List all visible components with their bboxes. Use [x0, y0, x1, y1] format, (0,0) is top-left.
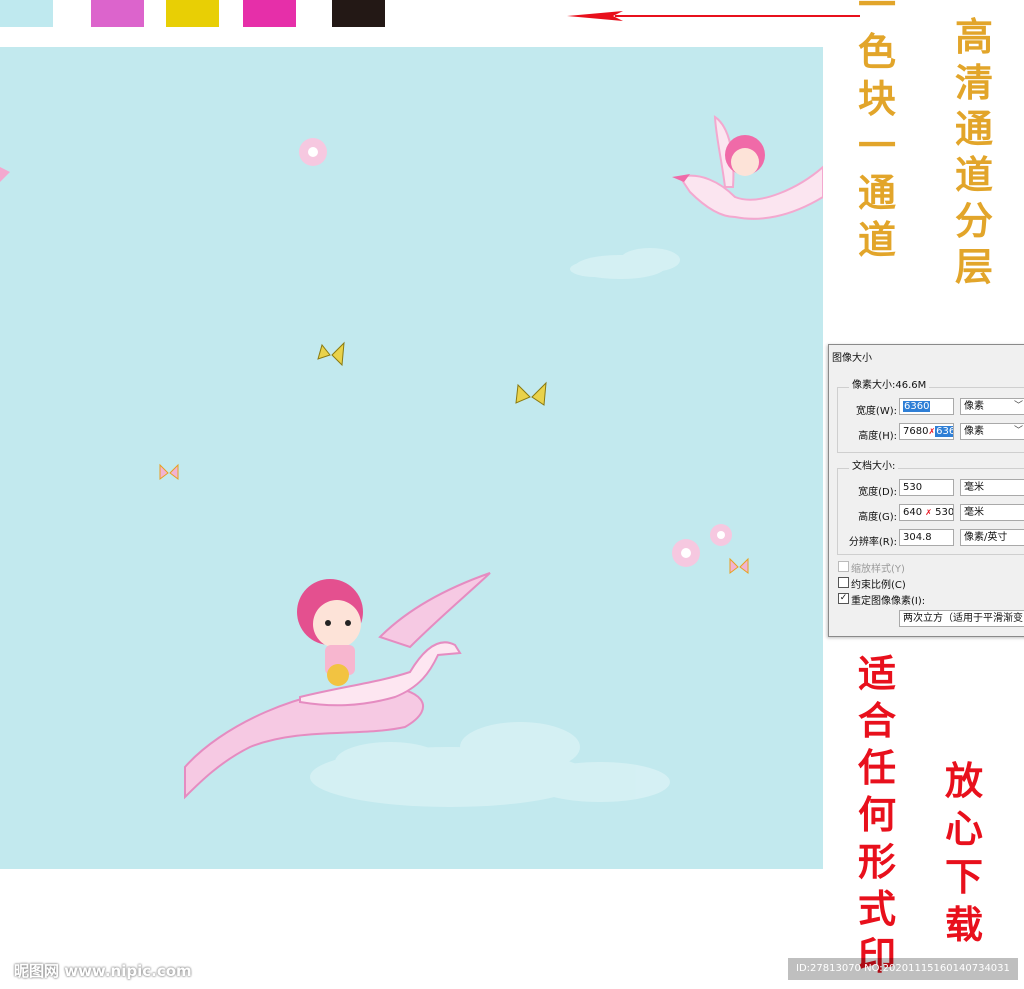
- resolution-value: 304.8: [903, 532, 932, 543]
- red-char: 下: [945, 854, 984, 899]
- artwork-canvas: [0, 47, 823, 869]
- height-input[interactable]: 7680✗6360: [899, 423, 954, 440]
- gold-caption-right: 高 清 通 道 分 层: [955, 18, 993, 286]
- red-char: 放: [945, 758, 984, 803]
- doc-height-input[interactable]: 640 ✗ 530: [899, 504, 954, 521]
- doc-height-old-value: 640: [903, 507, 923, 518]
- gold-char: 高: [955, 14, 994, 59]
- watermark-logo: 昵图网 www.nipic.com: [14, 962, 192, 980]
- resolution-label: 分辨率(R):: [848, 537, 897, 548]
- gold-char: 清: [955, 60, 994, 105]
- image-size-dialog: 图像大小 像素大小:46.6M 宽度(W): 6360 像素 ﹀ 高度(H): 7…: [828, 344, 1024, 637]
- annotation-mark: ✗: [925, 508, 932, 517]
- artwork-illustration: [0, 115, 823, 807]
- gold-char: 色: [858, 29, 897, 74]
- height-unit: 像素: [964, 426, 984, 437]
- height-label: 高度(H):: [858, 431, 897, 442]
- red-char: 任: [858, 745, 897, 790]
- resolution-input[interactable]: 304.8: [899, 529, 954, 546]
- doc-height-unit: 毫米: [964, 507, 984, 518]
- red-char: 合: [858, 698, 897, 743]
- pixel-dimensions-label: 像素大小:46.6M: [849, 376, 930, 391]
- width-unit-select[interactable]: 像素 ﹀: [960, 398, 1024, 415]
- dialog-title: 图像大小: [832, 353, 872, 364]
- resolution-unit: 像素/英寸: [964, 532, 1008, 543]
- height-old-value: 7680: [903, 426, 929, 437]
- doc-width-unit-select[interactable]: 毫米: [960, 479, 1024, 496]
- height-value: 6360: [935, 426, 953, 437]
- resample-label: 重定图像像素(I):: [851, 596, 926, 607]
- scale-styles-checkbox[interactable]: [838, 561, 849, 572]
- pink-swatch: [243, 0, 296, 27]
- gold-char: 通: [955, 106, 994, 151]
- resample-method: 两次立方（适用于平滑渐变: [903, 613, 1023, 624]
- width-unit: 像素: [964, 401, 984, 412]
- red-arrow-icon: [567, 11, 860, 21]
- pixel-dimensions-group: [837, 387, 1024, 453]
- gold-caption-left: 一 色 块 一 通 道: [858, 0, 896, 259]
- gold-char: 一: [858, 0, 897, 27]
- gold-char: 通: [858, 170, 897, 215]
- red-char: 式: [858, 886, 897, 931]
- doc-width-input[interactable]: 530: [899, 479, 954, 496]
- gold-char: 分: [955, 198, 994, 243]
- doc-width-label: 宽度(D):: [858, 487, 897, 498]
- doc-width-unit: 毫米: [964, 482, 984, 493]
- width-value: 6360: [903, 401, 931, 412]
- gold-char: 道: [858, 217, 897, 262]
- constrain-proportions-label: 约束比例(C): [851, 580, 906, 591]
- constrain-proportions-checkbox[interactable]: [838, 577, 849, 588]
- chevron-down-icon: ﹀: [1013, 426, 1023, 436]
- gold-char: 块: [858, 76, 897, 121]
- red-char: 心: [945, 806, 984, 851]
- chevron-down-icon: ﹀: [1013, 401, 1023, 411]
- resolution-unit-select[interactable]: 像素/英寸: [960, 529, 1024, 546]
- scale-styles-label: 缩放样式(Y): [851, 564, 905, 575]
- gold-char: 一: [858, 123, 897, 168]
- red-char: 适: [858, 651, 897, 696]
- cyan-swatch: [0, 0, 53, 27]
- doc-height-unit-select[interactable]: 毫米: [960, 504, 1024, 521]
- width-input[interactable]: 6360: [899, 398, 954, 415]
- red-char: 载: [945, 902, 984, 947]
- gold-char: 层: [955, 244, 994, 289]
- doc-width-value: 530: [903, 482, 923, 493]
- red-char: 何: [858, 792, 897, 837]
- doc-height-label: 高度(G):: [858, 512, 897, 523]
- resample-checkbox[interactable]: ✓: [838, 593, 849, 604]
- magenta-swatch: [91, 0, 144, 27]
- red-caption-right: 放 心 下 载: [945, 762, 983, 944]
- doc-height-value: 530: [935, 507, 954, 518]
- height-unit-select[interactable]: 像素 ﹀: [960, 423, 1024, 440]
- document-size-label: 文档大小:: [849, 457, 899, 472]
- gold-char: 道: [955, 152, 994, 197]
- watermark-id-text: ID:27813070 NO:20201115160140734031: [796, 963, 1010, 974]
- resample-method-select[interactable]: 两次立方（适用于平滑渐变: [899, 610, 1024, 627]
- flower-icon: [299, 138, 732, 567]
- yellow-swatch: [166, 0, 219, 27]
- black-swatch: [332, 0, 385, 27]
- width-label: 宽度(W):: [855, 406, 897, 417]
- red-char: 形: [858, 839, 897, 884]
- red-caption-left: 适 合 任 何 形 式 印: [858, 655, 896, 975]
